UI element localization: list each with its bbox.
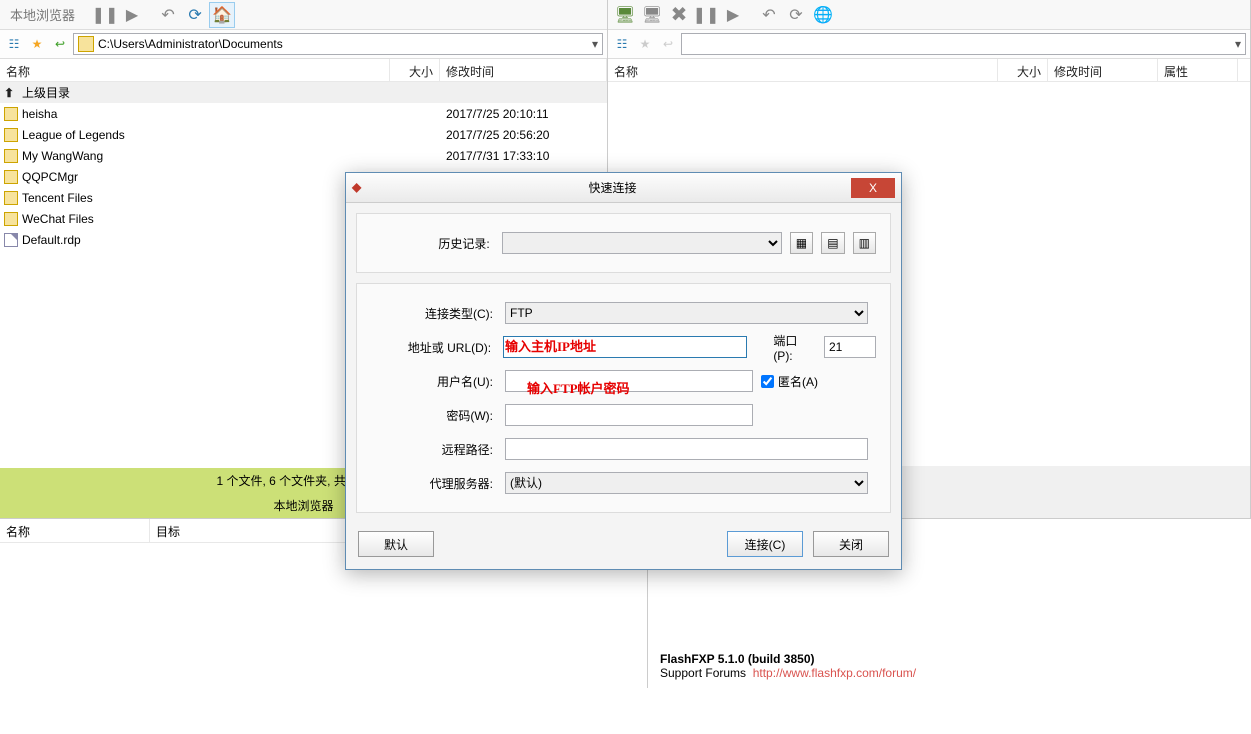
- remote-list-header: 名称 大小 修改时间 属性: [608, 58, 1250, 82]
- default-button[interactable]: 默认: [358, 531, 434, 557]
- address-input[interactable]: [503, 336, 747, 358]
- local-path-input[interactable]: C:\Users\Administrator\Documents ▾: [73, 33, 603, 55]
- local-list-header: 名称 大小 修改时间: [0, 58, 607, 82]
- folder-icon: [4, 170, 18, 184]
- folder-icon: [4, 128, 18, 142]
- history-btn-2[interactable]: ▤: [821, 232, 844, 254]
- file-icon: [4, 233, 18, 247]
- app-icon: ◆: [352, 180, 368, 196]
- list-item[interactable]: League of Legends2017/7/25 20:56:20: [0, 124, 607, 145]
- favorite-icon[interactable]: ★: [27, 34, 47, 54]
- proxy-select[interactable]: (默认): [505, 472, 868, 494]
- password-input[interactable]: [505, 404, 753, 426]
- col-size[interactable]: 大小: [390, 59, 440, 81]
- play-icon[interactable]: ▶: [119, 2, 145, 28]
- history-select[interactable]: [502, 232, 782, 254]
- address-label: 地址或 URL(D):: [371, 339, 495, 356]
- remote-path-input[interactable]: ▾: [681, 33, 1246, 55]
- path-dropdown-icon[interactable]: ▾: [592, 37, 598, 51]
- tree-remote-icon[interactable]: ☷: [612, 34, 632, 54]
- port-label: 端口(P):: [773, 332, 816, 363]
- history-btn-1[interactable]: ▦: [790, 232, 813, 254]
- remote-path-label: 远程路径:: [371, 441, 497, 458]
- quick-connect-dialog: ◆ 快速连接 X 历史记录: ▦ ▤ ▥ 连接类型(C): FTP 地址或 UR…: [345, 172, 902, 570]
- history-btn-3[interactable]: ▥: [853, 232, 876, 254]
- tree-icon[interactable]: ☷: [4, 34, 24, 54]
- conn-type-label: 连接类型(C):: [371, 305, 497, 322]
- folder-icon: [4, 212, 18, 226]
- play-remote-icon[interactable]: ▶: [720, 2, 746, 28]
- up-arrow-icon: ⬆: [4, 86, 18, 100]
- port-input[interactable]: [824, 336, 876, 358]
- refresh-icon[interactable]: ⟳: [182, 2, 208, 28]
- list-item[interactable]: My WangWang2017/7/31 17:33:10: [0, 145, 607, 166]
- forum-label: Support Forums: [660, 666, 746, 680]
- history-label: 历史记录:: [371, 235, 494, 252]
- folder-icon: [4, 107, 18, 121]
- username-input[interactable]: [505, 370, 753, 392]
- refresh-remote-icon[interactable]: ⟳: [783, 2, 809, 28]
- back-remote-icon[interactable]: ↶: [756, 2, 782, 28]
- col-attr-remote[interactable]: 属性: [1158, 59, 1238, 81]
- folder-icon: [78, 36, 94, 52]
- username-label: 用户名(U):: [371, 373, 497, 390]
- anonymous-label: 匿名(A): [778, 373, 818, 390]
- remote-path-input[interactable]: [505, 438, 868, 460]
- forum-link[interactable]: http://www.flashfxp.com/forum/: [753, 666, 916, 680]
- list-item[interactable]: heisha2017/7/25 20:10:11: [0, 103, 607, 124]
- local-browser-label: 本地浏览器: [4, 5, 81, 24]
- pause-icon[interactable]: ❚❚: [92, 2, 118, 28]
- path-text: C:\Users\Administrator\Documents: [98, 37, 283, 51]
- conn-type-select[interactable]: FTP: [505, 302, 868, 324]
- favorite-remote-icon[interactable]: ★: [635, 34, 655, 54]
- connect-button[interactable]: 连接(C): [727, 531, 803, 557]
- disconnect-icon[interactable]: 🖥: [639, 2, 665, 28]
- back-icon[interactable]: ↶: [155, 2, 181, 28]
- queue-col-name[interactable]: 名称: [0, 519, 150, 542]
- anonymous-checkbox[interactable]: [761, 375, 774, 388]
- list-item-up[interactable]: ⬆上级目录: [0, 82, 607, 103]
- folder-icon: [4, 149, 18, 163]
- col-name-remote[interactable]: 名称: [608, 59, 998, 81]
- folder-icon: [4, 191, 18, 205]
- remote-path-dropdown-icon[interactable]: ▾: [1235, 37, 1241, 51]
- abort-icon[interactable]: ✖: [666, 2, 692, 28]
- version-text: FlashFXP 5.1.0 (build 3850): [660, 652, 815, 666]
- col-size-remote[interactable]: 大小: [998, 59, 1048, 81]
- home-icon[interactable]: 🏠: [209, 2, 235, 28]
- close-button[interactable]: X: [851, 178, 895, 198]
- proxy-label: 代理服务器:: [371, 475, 497, 492]
- col-modified-remote[interactable]: 修改时间: [1048, 59, 1158, 81]
- go-up-icon[interactable]: ↩: [50, 34, 70, 54]
- password-label: 密码(W):: [371, 407, 497, 424]
- connect-icon[interactable]: 🖥: [612, 2, 638, 28]
- col-modified[interactable]: 修改时间: [440, 59, 607, 81]
- close-dialog-button[interactable]: 关闭: [813, 531, 889, 557]
- pause-remote-icon[interactable]: ❚❚: [693, 2, 719, 28]
- col-name[interactable]: 名称: [0, 59, 390, 81]
- go-up-remote-icon[interactable]: ↩: [658, 34, 678, 54]
- dialog-title: 快速连接: [374, 179, 851, 196]
- globe-icon[interactable]: 🌐: [810, 2, 836, 28]
